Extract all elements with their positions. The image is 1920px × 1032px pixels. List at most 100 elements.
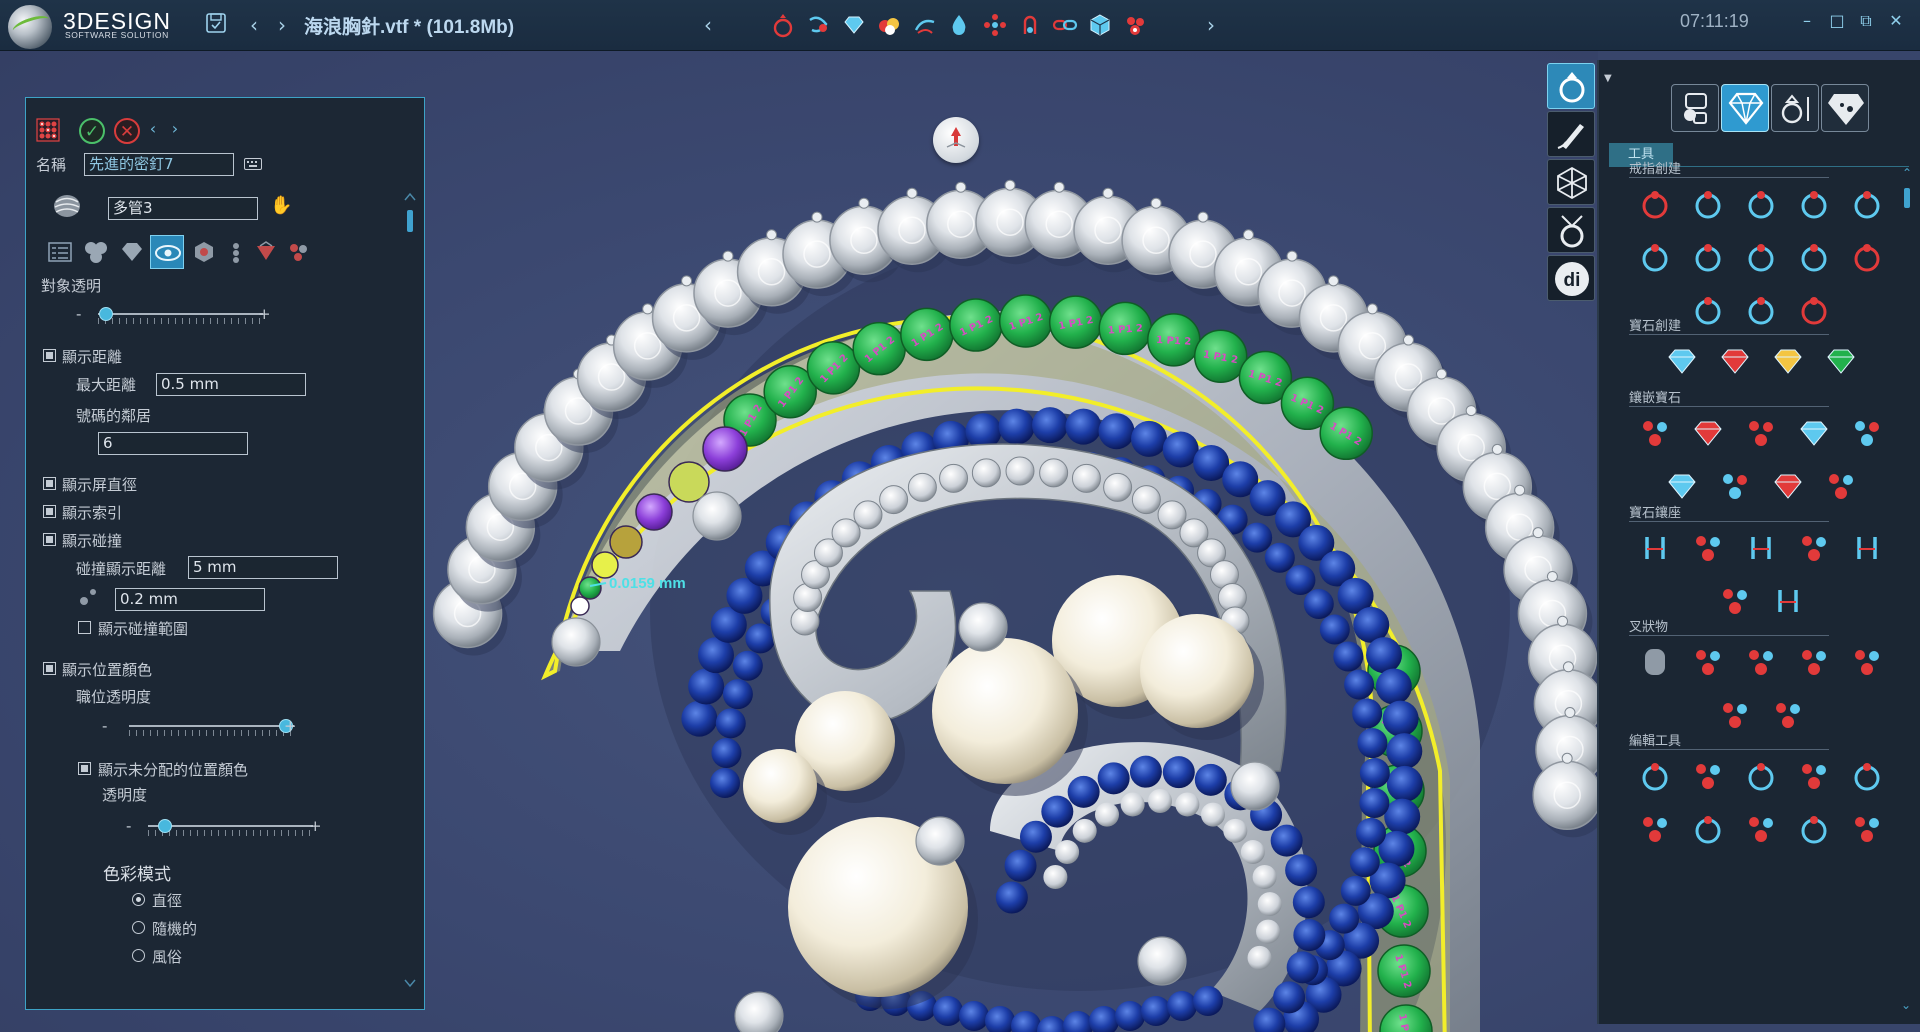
cube-icon[interactable]	[1087, 12, 1113, 38]
multi-gem-icon[interactable]	[1822, 342, 1860, 380]
gem-mode-button[interactable]	[1721, 84, 1769, 132]
eternity-ring-icon[interactable]	[1848, 238, 1886, 276]
transparency2-plus[interactable]: +	[309, 817, 322, 835]
color-mode-radio-diameter[interactable]	[132, 893, 145, 906]
transparency2-minus[interactable]: -	[126, 817, 131, 835]
basket-head-icon[interactable]	[1689, 529, 1727, 567]
transparency-slider[interactable]	[98, 313, 263, 315]
dots-tab-icon[interactable]	[222, 238, 250, 266]
bezel-icon[interactable]	[1742, 529, 1780, 567]
list-tab-icon[interactable]	[46, 238, 74, 266]
bead-icon[interactable]	[1636, 643, 1674, 681]
pave-icon[interactable]	[1122, 12, 1148, 38]
setting-edit-icon[interactable]	[1636, 757, 1674, 795]
panel-dropdown-icon[interactable]: ▼	[1604, 73, 1612, 84]
show-collision-range-checkbox[interactable]	[78, 621, 91, 634]
close-window-icon[interactable]: ✕	[1885, 10, 1907, 32]
spiral-ring-icon[interactable]	[1742, 238, 1780, 276]
solitaire-ring-icon[interactable]	[1636, 185, 1674, 223]
panel-scroll-up-icon[interactable]: ⌃	[1902, 166, 1912, 180]
minimize-icon[interactable]: –	[1796, 10, 1818, 32]
drop-setting-icon[interactable]	[1742, 414, 1780, 452]
gems-tab-icon[interactable]	[82, 238, 110, 266]
position-transparency-plus[interactable]: +	[284, 717, 297, 735]
single-setting-icon[interactable]	[1689, 414, 1727, 452]
ring-setting-mode-button[interactable]	[1771, 84, 1819, 132]
color-mode-radio-custom[interactable]	[132, 949, 145, 962]
crown-ring-icon[interactable]	[1689, 185, 1727, 223]
red-ball-icon[interactable]	[1636, 810, 1674, 848]
halo-ring-icon[interactable]	[1742, 291, 1780, 329]
drop-icon[interactable]	[946, 12, 972, 38]
thin-band-icon[interactable]	[1795, 291, 1833, 329]
rope-icon[interactable]	[912, 12, 938, 38]
ring-prong-icon[interactable]	[1716, 696, 1754, 734]
save-icon[interactable]	[203, 12, 229, 38]
show-distance-checkbox[interactable]	[43, 349, 56, 362]
channel-icon[interactable]	[1848, 414, 1886, 452]
panel-scroll-down-icon[interactable]: ⌄	[1901, 998, 1911, 1012]
diamond-tab-icon[interactable]	[118, 238, 146, 266]
star-gem-icon[interactable]	[1769, 342, 1807, 380]
shank-icon[interactable]	[805, 12, 831, 38]
visibility-tab-active[interactable]	[150, 235, 184, 269]
tray-icon[interactable]	[1795, 643, 1833, 681]
gem-icon[interactable]	[841, 12, 867, 38]
dotted-ring-icon[interactable]	[1848, 757, 1886, 795]
draw-mode-button[interactable]	[1547, 111, 1595, 157]
cancel-button[interactable]: ✕	[114, 118, 140, 144]
bail-icon[interactable]	[1017, 12, 1043, 38]
ring-edit-icon[interactable]	[1689, 757, 1727, 795]
setting-tab-icon[interactable]	[252, 238, 280, 266]
show-unassigned-checkbox[interactable]	[78, 762, 91, 775]
name-field[interactable]: 先進的密釘7	[84, 153, 234, 176]
view-compass-icon[interactable]	[933, 117, 979, 163]
scroll-left-icon[interactable]: ‹	[695, 12, 721, 38]
ring-prong-2-icon[interactable]	[1769, 696, 1807, 734]
twist-ring-icon[interactable]	[1848, 185, 1886, 223]
ring-create-icon[interactable]	[770, 12, 796, 38]
confirm-button[interactable]: ✓	[79, 118, 105, 144]
keyboard-icon[interactable]	[244, 158, 262, 170]
cluster-tab-icon[interactable]	[284, 238, 312, 266]
horn-icon[interactable]	[1689, 810, 1727, 848]
braided-ring-icon[interactable]	[1795, 238, 1833, 276]
triple-setting-icon[interactable]	[1848, 529, 1886, 567]
neighbors-field[interactable]: 6	[98, 432, 248, 455]
collision-distance-field[interactable]: 5 mm	[188, 556, 338, 579]
pave-mode-button[interactable]	[1821, 84, 1869, 132]
object-field[interactable]: 多管3	[108, 197, 258, 220]
show-collision-checkbox[interactable]	[43, 533, 56, 546]
color-mode-radio-random[interactable]	[132, 921, 145, 934]
halo-setting-icon[interactable]	[1716, 582, 1754, 620]
show-index-checkbox[interactable]	[43, 505, 56, 518]
transparency2-slider[interactable]	[148, 825, 313, 827]
mesh-mode-button[interactable]	[1547, 159, 1595, 205]
round-gem-icon[interactable]	[1663, 342, 1701, 380]
transparency2-knob[interactable]	[157, 819, 172, 833]
colored-gems-icon[interactable]	[876, 12, 902, 38]
red-gem-icon[interactable]	[1716, 342, 1754, 380]
restore-icon[interactable]: ⧉	[1855, 10, 1877, 32]
cluster-gems-icon[interactable]	[1822, 467, 1860, 505]
signet-ring-icon[interactable]	[1636, 238, 1674, 276]
prong-dots-icon[interactable]	[1689, 643, 1727, 681]
prong-cluster-icon[interactable]	[1742, 643, 1780, 681]
ring-mode-button[interactable]	[1547, 63, 1595, 109]
cluster-icon[interactable]	[982, 12, 1008, 38]
scroll-right-icon[interactable]: ›	[1198, 12, 1224, 38]
pave-line-icon[interactable]	[1795, 414, 1833, 452]
panel-scrollbar[interactable]	[403, 190, 417, 990]
prev-icon[interactable]: ‹	[145, 116, 161, 140]
hexagon-tab-icon[interactable]	[190, 238, 218, 266]
scatter-gems-icon[interactable]	[1636, 414, 1674, 452]
jewelry-mode-button[interactable]	[1547, 207, 1595, 253]
position-transparency-slider[interactable]	[129, 725, 294, 727]
wire-icon[interactable]	[1795, 810, 1833, 848]
show-screen-diameter-checkbox[interactable]	[43, 477, 56, 490]
transparency-plus[interactable]: +	[258, 305, 271, 323]
heart-icon[interactable]	[1742, 810, 1780, 848]
next-icon[interactable]: ›	[167, 116, 183, 140]
forward-arrow-icon[interactable]: ›	[269, 12, 295, 38]
shared-prong-icon[interactable]	[1795, 529, 1833, 567]
